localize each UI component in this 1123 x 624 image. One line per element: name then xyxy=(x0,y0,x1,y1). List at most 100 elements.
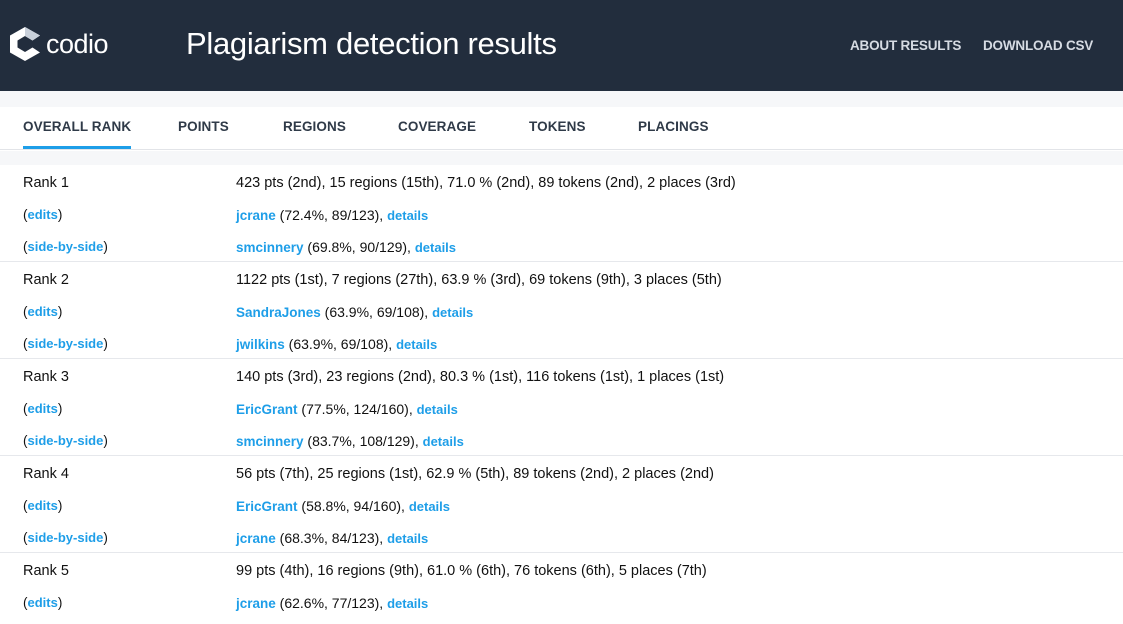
tab-placings[interactable]: PLACINGS xyxy=(638,119,709,134)
match-row: (edits) jcrane (72.4%, 89/123), details xyxy=(0,199,1123,231)
details-link[interactable]: details xyxy=(423,434,464,449)
details-link[interactable]: details xyxy=(417,402,458,417)
codio-logo[interactable]: codio xyxy=(8,25,109,63)
details-link[interactable]: details xyxy=(387,531,428,546)
match-cell: jcrane (72.4%, 89/123), details xyxy=(236,207,428,224)
rank-row: Rank 4 56 pts (7th), 25 regions (1st), 6… xyxy=(0,458,1123,490)
codio-cube-icon xyxy=(10,27,40,61)
side-by-side-link[interactable]: side-by-side xyxy=(28,433,104,448)
user-link[interactable]: smcinnery xyxy=(236,240,304,255)
tab-overall-rank[interactable]: OVERALL RANK xyxy=(23,119,132,149)
edits-cell: (edits) xyxy=(23,207,63,222)
match-stats: (83.7%, 108/129), xyxy=(303,433,423,449)
edits-cell: (edits) xyxy=(23,304,63,319)
page-title: Plagiarism detection results xyxy=(186,26,557,61)
side-by-side-cell: (side-by-side) xyxy=(23,530,108,545)
match-row: (edits) jcrane (62.6%, 77/123), details xyxy=(0,587,1123,619)
side-by-side-cell: (side-by-side) xyxy=(23,239,108,254)
match-row: (side-by-side) jcrane (68.3%, 84/123), d… xyxy=(0,522,1123,554)
about-results-link[interactable]: ABOUT RESULTS xyxy=(850,38,961,53)
details-link[interactable]: details xyxy=(409,499,450,514)
edits-link[interactable]: edits xyxy=(28,595,58,610)
side-by-side-link[interactable]: side-by-side xyxy=(28,336,104,351)
rank-group: Rank 5 99 pts (4th), 16 regions (9th), 6… xyxy=(0,553,1123,624)
match-cell: jwilkins (63.9%, 69/108), details xyxy=(236,336,437,353)
rank-group: Rank 3 140 pts (3rd), 23 regions (2nd), … xyxy=(0,359,1123,456)
rank-summary: 99 pts (4th), 16 regions (9th), 61.0 % (… xyxy=(236,563,707,579)
rank-label: Rank 2 xyxy=(23,272,69,288)
user-link[interactable]: jcrane xyxy=(236,531,276,546)
rank-summary: 140 pts (3rd), 23 regions (2nd), 80.3 % … xyxy=(236,369,725,385)
rank-group: Rank 2 1122 pts (1st), 7 regions (27th),… xyxy=(0,262,1123,359)
user-link[interactable]: jwilkins xyxy=(236,337,285,352)
side-by-side-cell: (side-by-side) xyxy=(23,433,108,448)
user-link[interactable]: jcrane xyxy=(236,208,276,223)
user-link[interactable]: SandraJones xyxy=(236,305,321,320)
rank-row: Rank 1 423 pts (2nd), 15 regions (15th),… xyxy=(0,167,1123,199)
edits-link[interactable]: edits xyxy=(28,498,58,513)
match-row: (edits) EricGrant (58.8%, 94/160), detai… xyxy=(0,490,1123,522)
results-list: Rank 1 423 pts (2nd), 15 regions (15th),… xyxy=(0,165,1123,624)
match-row: (edits) EricGrant (77.5%, 124/160), deta… xyxy=(0,393,1123,425)
logo-text: codio xyxy=(46,28,109,59)
match-row: (side-by-side) smcinnery (69.8%, 90/129)… xyxy=(0,231,1123,263)
details-link[interactable]: details xyxy=(387,596,428,611)
user-link[interactable]: EricGrant xyxy=(236,499,298,514)
match-stats: (72.4%, 89/123), xyxy=(275,207,388,223)
side-by-side-cell: (side-by-side) xyxy=(23,336,108,351)
edits-link[interactable]: edits xyxy=(28,401,58,416)
match-cell: jcrane (62.6%, 77/123), details xyxy=(236,595,428,612)
tab-bar: OVERALL RANK POINTS REGIONS COVERAGE TOK… xyxy=(0,107,1123,150)
header-gap xyxy=(0,91,1123,107)
match-stats: (68.3%, 84/123), xyxy=(275,530,388,546)
rank-group: Rank 1 423 pts (2nd), 15 regions (15th),… xyxy=(0,165,1123,262)
match-cell: EricGrant (77.5%, 124/160), details xyxy=(236,401,458,418)
details-link[interactable]: details xyxy=(432,305,473,320)
tab-tokens[interactable]: TOKENS xyxy=(529,119,586,134)
tab-coverage[interactable]: COVERAGE xyxy=(398,119,476,134)
rank-label: Rank 5 xyxy=(23,563,69,579)
download-csv-link[interactable]: DOWNLOAD CSV xyxy=(983,38,1093,53)
match-stats: (77.5%, 124/160), xyxy=(297,401,417,417)
rank-summary: 423 pts (2nd), 15 regions (15th), 71.0 %… xyxy=(236,175,736,191)
top-bar: codio Plagiarism detection results ABOUT… xyxy=(0,0,1123,91)
tabs-gap xyxy=(0,151,1123,165)
rank-row: Rank 5 99 pts (4th), 16 regions (9th), 6… xyxy=(0,555,1123,587)
match-stats: (62.6%, 77/123), xyxy=(275,595,388,611)
rank-summary: 56 pts (7th), 25 regions (1st), 62.9 % (… xyxy=(236,466,714,482)
match-cell: smcinnery (83.7%, 108/129), details xyxy=(236,433,464,450)
edits-link[interactable]: edits xyxy=(28,304,58,319)
match-stats: (63.9%, 69/108), xyxy=(320,304,433,320)
match-cell: EricGrant (58.8%, 94/160), details xyxy=(236,498,450,515)
rank-summary: 1122 pts (1st), 7 regions (27th), 63.9 %… xyxy=(236,272,722,288)
tab-points[interactable]: POINTS xyxy=(178,119,229,134)
edits-cell: (edits) xyxy=(23,401,63,416)
rank-row: Rank 3 140 pts (3rd), 23 regions (2nd), … xyxy=(0,361,1123,393)
match-cell: smcinnery (69.8%, 90/129), details xyxy=(236,239,456,256)
match-cell: SandraJones (63.9%, 69/108), details xyxy=(236,304,473,321)
rank-label: Rank 4 xyxy=(23,466,69,482)
match-row: (side-by-side) jwilkins (63.9%, 69/108),… xyxy=(0,328,1123,360)
details-link[interactable]: details xyxy=(415,240,456,255)
side-by-side-link[interactable]: side-by-side xyxy=(28,239,104,254)
rank-group: Rank 4 56 pts (7th), 25 regions (1st), 6… xyxy=(0,456,1123,553)
user-link[interactable]: EricGrant xyxy=(236,402,298,417)
side-by-side-link[interactable]: side-by-side xyxy=(28,530,104,545)
details-link[interactable]: details xyxy=(387,208,428,223)
match-stats: (63.9%, 69/108), xyxy=(284,336,397,352)
edits-cell: (edits) xyxy=(23,595,63,610)
details-link[interactable]: details xyxy=(396,337,437,352)
edits-link[interactable]: edits xyxy=(28,207,58,222)
tab-regions[interactable]: REGIONS xyxy=(283,119,346,134)
rank-row: Rank 2 1122 pts (1st), 7 regions (27th),… xyxy=(0,264,1123,296)
user-link[interactable]: smcinnery xyxy=(236,434,304,449)
match-cell: jcrane (68.3%, 84/123), details xyxy=(236,530,428,547)
user-link[interactable]: jcrane xyxy=(236,596,276,611)
rank-label: Rank 1 xyxy=(23,175,69,191)
match-stats: (69.8%, 90/129), xyxy=(303,239,415,255)
rank-label: Rank 3 xyxy=(23,369,69,385)
edits-cell: (edits) xyxy=(23,498,63,513)
match-stats: (58.8%, 94/160), xyxy=(297,498,409,514)
match-row: (side-by-side) smcinnery (83.7%, 108/129… xyxy=(0,425,1123,457)
match-row: (edits) SandraJones (63.9%, 69/108), det… xyxy=(0,296,1123,328)
